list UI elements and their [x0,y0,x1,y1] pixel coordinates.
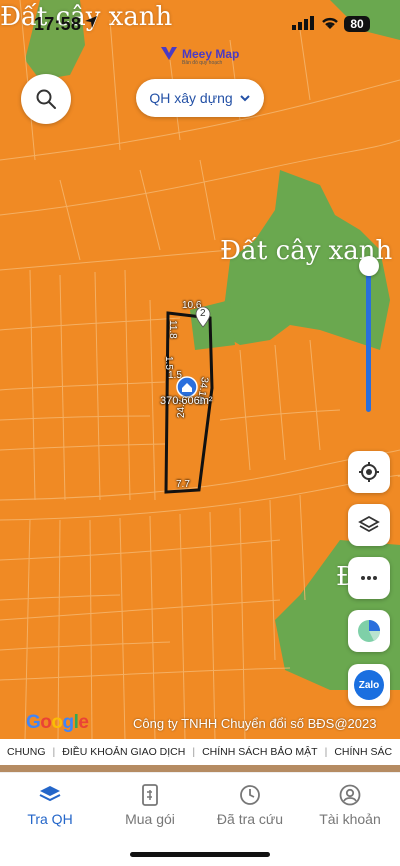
zalo-button[interactable]: Zalo [348,664,390,706]
cellular-signal-icon [292,16,314,30]
parcel-dim-bottom: 7.7 [176,479,190,490]
map-pin-number: 2 [200,308,206,319]
wifi-icon [322,17,338,29]
parcel-dim-left-top: 11.8 [167,320,178,339]
tab-tai-khoan[interactable]: Tài khoản [300,783,400,827]
opacity-slider-track[interactable] [366,270,371,412]
map-pin-icon[interactable]: 2 [194,306,212,333]
clock-icon [240,785,260,805]
tab-label: Tra QH [27,811,73,827]
receipt-icon [142,784,158,806]
zalo-label: Zalo [358,679,380,691]
more-dots-icon [361,576,377,580]
home-indicator [130,852,270,857]
location-arrow-icon [85,16,97,28]
more-button[interactable] [348,557,390,599]
policy-link-policy[interactable]: CHÍNH SÁC [327,746,399,758]
tab-da-tra-cuu[interactable]: Đã tra cứu [200,783,300,827]
brand-name: Meey Map [182,47,240,61]
policy-link-privacy[interactable]: CHÍNH SÁCH BẢO MẬT [195,746,325,758]
tab-mua-goi[interactable]: Mua gói [100,783,200,827]
layers-button[interactable] [348,504,390,546]
planning-layer-value: QH xây dựng [149,90,233,106]
search-icon [36,89,56,109]
chart-button[interactable] [348,610,390,652]
brand-logo: Meey Map Bản đồ quy hoạch [160,46,240,66]
tab-label: Đã tra cứu [216,811,284,827]
policy-link-terms[interactable]: ĐIỀU KHOẢN GIAO DỊCH [55,746,192,758]
layers-icon [358,515,380,533]
copyright-text: Công ty TNHH Chuyển đổi số BĐS@2023 [133,716,377,731]
zalo-icon: Zalo [354,670,384,700]
policy-links-bar: CHUNG | ĐIỀU KHOẢN GIAO DỊCH | CHÍNH SÁCH … [0,739,400,765]
google-logo: Google [26,712,89,733]
brand-tagline: Bản đồ quy hoạch [182,60,223,66]
parcel-dim-left-mid: 1.5 [163,356,174,370]
planning-layer-select[interactable]: QH xây dựng [136,79,264,117]
chevron-down-icon [239,95,250,102]
search-button[interactable] [21,74,71,124]
tab-tra-qh[interactable]: Tra QH [0,783,100,827]
user-icon [339,784,361,806]
tab-label: Mua gói [125,811,175,827]
meey-logo-icon [161,47,177,60]
pie-chart-icon [358,620,381,642]
parcel-area-label: 370.606m² [160,395,213,407]
battery-indicator: 80 [344,16,370,32]
status-time: 17:58 [34,14,82,34]
layers-icon [39,786,61,802]
policy-link-general[interactable]: CHUNG [0,746,53,758]
crosshair-icon [359,462,379,482]
status-bar: 17:58 80 [0,0,400,40]
opacity-slider-knob[interactable] [359,256,379,276]
tab-label: Tài khoản [319,811,381,827]
locate-button[interactable] [348,451,390,493]
